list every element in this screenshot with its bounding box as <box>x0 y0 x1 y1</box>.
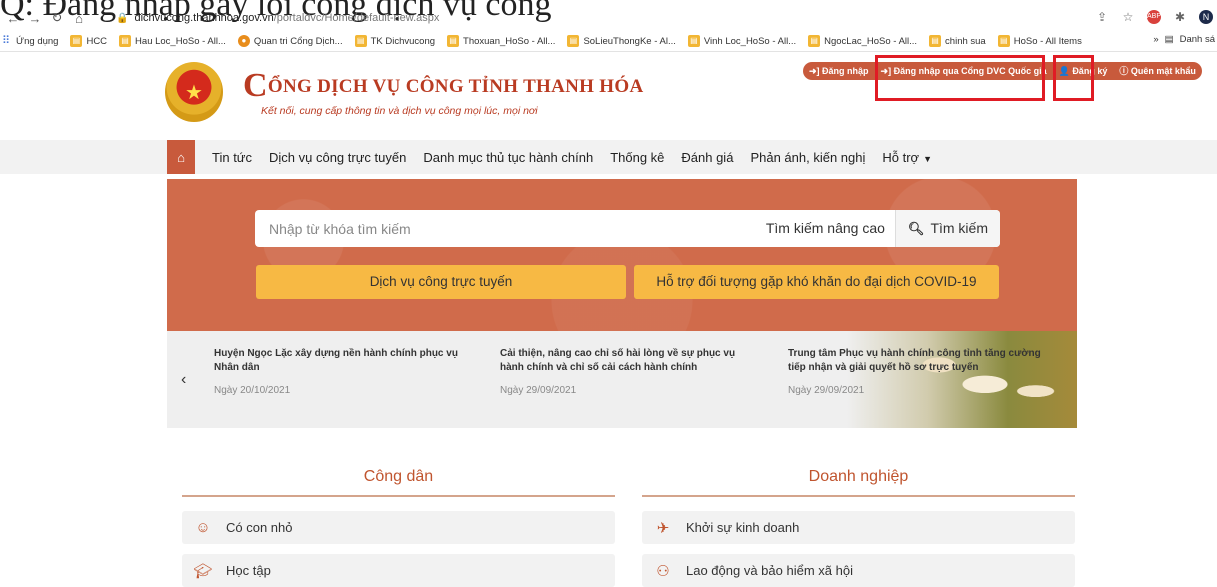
hero-banner: Tìm kiếm nâng cao 🔍︎Tìm kiếm Dịch vụ côn… <box>167 179 1077 331</box>
news-title: Huyện Ngọc Lặc xây dựng nền hành chính p… <box>214 348 458 373</box>
baby-icon: ☺ <box>195 519 211 536</box>
main-navigation: ⌂ Tin tức Dịch vụ công trực tuyến Danh m… <box>0 140 1217 174</box>
folder-icon: ▤ <box>119 35 132 47</box>
folder-icon: ▤ <box>70 35 83 47</box>
share-icon[interactable]: ⇪ <box>1095 10 1109 24</box>
address-bar[interactable]: 🔒 dichvucong.thanhhoa.gov.vn/portaldvc/Ho… <box>116 12 439 24</box>
search-input[interactable] <box>255 219 756 238</box>
search-bar: Tìm kiếm nâng cao 🔍︎Tìm kiếm <box>255 210 1000 247</box>
adblock-icon[interactable]: ABP <box>1147 10 1161 24</box>
business-section-title: Doanh nghiệp <box>808 468 909 485</box>
news-item[interactable]: Cải thiện, nâng cao chỉ số hài lòng về s… <box>500 347 760 396</box>
bookmark-item[interactable]: ▤ HoSo - All Items <box>997 35 1082 47</box>
search-button[interactable]: 🔍︎ Tìm kiếm <box>895 210 1000 247</box>
bookmark-item[interactable]: ▤ SoLieuThongKe - Al... <box>567 35 676 47</box>
news-item[interactable]: Trung tâm Phục vụ hành chính công tỉnh t… <box>788 347 1048 396</box>
bookmark-apps[interactable]: ⠿ Ứng dụng <box>0 35 58 47</box>
folder-icon: ▤ <box>354 35 367 47</box>
home-icon[interactable]: ⌂ <box>70 11 88 26</box>
news-title: Cải thiện, nâng cao chỉ số hài lòng về s… <box>500 348 736 373</box>
forgot-password-button[interactable]: ⓘ Quên mật khẩu <box>1113 62 1202 80</box>
portal-icon: ● <box>237 35 250 47</box>
apps-grid-icon: ⠿ <box>1 35 11 47</box>
news-carousel: ‹ Huyện Ngọc Lặc xây dựng nền hành chính… <box>167 331 1077 428</box>
bookmark-item[interactable]: ▤ Vinh Loc_HoSo - All... <box>687 35 796 47</box>
bookmarks-list-link[interactable]: Danh sá <box>1180 34 1215 45</box>
folder-icon: ▤ <box>447 35 460 47</box>
bookmark-item[interactable]: ▤ TK Dichvucong <box>354 35 435 47</box>
news-item[interactable]: Huyện Ngọc Lặc xây dựng nền hành chính p… <box>214 347 474 396</box>
citizen-section-title: Công dân <box>363 468 434 485</box>
folder-icon: ▤ <box>997 35 1010 47</box>
news-date: Ngày 29/09/2021 <box>788 385 865 396</box>
service-item-start-business[interactable]: ✈ Khởi sự kinh doanh <box>642 511 1075 544</box>
service-item-labor-insurance[interactable]: ⚇ Lao động và bảo hiểm xã hội <box>642 554 1075 587</box>
info-icon: ⓘ <box>1119 66 1131 76</box>
bookmark-item[interactable]: ● Quan tri Cổng Dịch... <box>237 35 343 47</box>
nav-feedback[interactable]: Phản ánh, kiến nghị <box>750 150 865 165</box>
search-icon: 🔍︎ <box>907 221 925 236</box>
service-item-education[interactable]: 🎓︎ Học tập <box>182 554 615 587</box>
login-button[interactable]: ➜] Đăng nhập <box>803 62 875 80</box>
rocket-icon: ✈ <box>656 519 670 537</box>
site-subtitle: Kết nối, cung cấp thông tin và dịch vụ c… <box>261 105 538 117</box>
reading-list-icon[interactable]: ▤ <box>1165 34 1174 45</box>
nav-statistics[interactable]: Thống kê <box>610 150 664 165</box>
bookmark-item[interactable]: ▤ Thoxuan_HoSo - All... <box>447 35 555 47</box>
login-national-portal-button[interactable]: ➜] Đăng nhập qua Cổng DVC Quốc gia <box>874 62 1053 80</box>
bookmark-item[interactable]: ▤ chinh sua <box>929 35 986 47</box>
register-button[interactable]: 👤 Đăng ký <box>1052 62 1114 80</box>
user-icon: 👤 <box>1058 66 1073 76</box>
bookmarks-bar: ⠿ Ứng dụng ▤ HCC ▤ Hau Loc_HoSo - All... ● Q… <box>0 31 1217 52</box>
home-nav-button[interactable]: ⌂ <box>167 140 195 174</box>
advanced-search-link[interactable]: Tìm kiếm nâng cao <box>756 210 896 247</box>
star-icon[interactable]: ☆ <box>1121 10 1135 24</box>
nav-news[interactable]: Tin tức <box>212 150 252 165</box>
url-domain: dichvucong.thanhhoa.gov.vn <box>134 12 274 24</box>
business-divider <box>642 495 1075 497</box>
national-emblem-logo[interactable]: ★ <box>165 62 223 122</box>
forward-icon[interactable]: → <box>26 11 44 26</box>
folder-icon: ▤ <box>567 35 580 47</box>
lock-icon: 🔒 <box>116 13 129 24</box>
bookmark-item[interactable]: ▤ HCC <box>70 35 107 47</box>
folder-icon: ▤ <box>687 35 700 47</box>
site-header: ★ CỔNG DỊCH VỤ CÔNG TỈNH THANH HÓA Kết n… <box>165 62 643 122</box>
browser-toolbar: ← → ↻ ⌂ 🔒 dichvucong.thanhhoa.gov.vn/port… <box>0 8 1217 28</box>
covid-support-button[interactable]: Hỗ trợ đối tượng gặp khó khăn do đại dịc… <box>634 265 999 299</box>
url-path: /portaldvc/Home/default-new.aspx <box>273 12 440 24</box>
citizen-divider <box>182 495 615 497</box>
nav-procedures[interactable]: Danh mục thủ tục hành chính <box>423 150 593 165</box>
bookmark-item[interactable]: ▤ NgocLac_HoSo - All... <box>808 35 917 47</box>
site-title: CỔNG DỊCH VỤ CÔNG TỈNH THANH HÓA <box>243 67 644 104</box>
news-date: Ngày 29/09/2021 <box>500 385 577 396</box>
bookmarks-more-button[interactable]: » <box>1153 34 1158 45</box>
back-icon[interactable]: ← <box>4 11 22 26</box>
folder-icon: ▤ <box>808 35 821 47</box>
service-item-children[interactable]: ☺ Có con nhỏ <box>182 511 615 544</box>
reload-icon[interactable]: ↻ <box>48 10 66 26</box>
carousel-prev-icon[interactable]: ‹ <box>181 371 186 389</box>
nav-online-services[interactable]: Dịch vụ công trực tuyến <box>269 150 406 165</box>
home-icon: ⌂ <box>177 149 185 165</box>
folder-icon: ▤ <box>929 35 942 47</box>
extensions-icon[interactable]: ✱ <box>1173 10 1187 24</box>
caret-down-icon: ▼ <box>923 153 932 164</box>
news-date: Ngày 20/10/2021 <box>214 385 291 396</box>
profile-avatar[interactable]: N <box>1199 10 1213 24</box>
account-buttons: ➜] Đăng nhập ➜] Đăng nhập qua Cổng DVC Q… <box>803 62 1202 80</box>
nav-support[interactable]: Hỗ trợ ▼ <box>882 150 932 165</box>
hero-pattern <box>167 179 1077 331</box>
bookmark-item[interactable]: ▤ Hau Loc_HoSo - All... <box>119 35 226 47</box>
news-title: Trung tâm Phục vụ hành chính công tỉnh t… <box>788 348 1041 373</box>
nav-evaluation[interactable]: Đánh giá <box>681 150 733 165</box>
online-services-button[interactable]: Dịch vụ công trực tuyến <box>256 265 626 299</box>
